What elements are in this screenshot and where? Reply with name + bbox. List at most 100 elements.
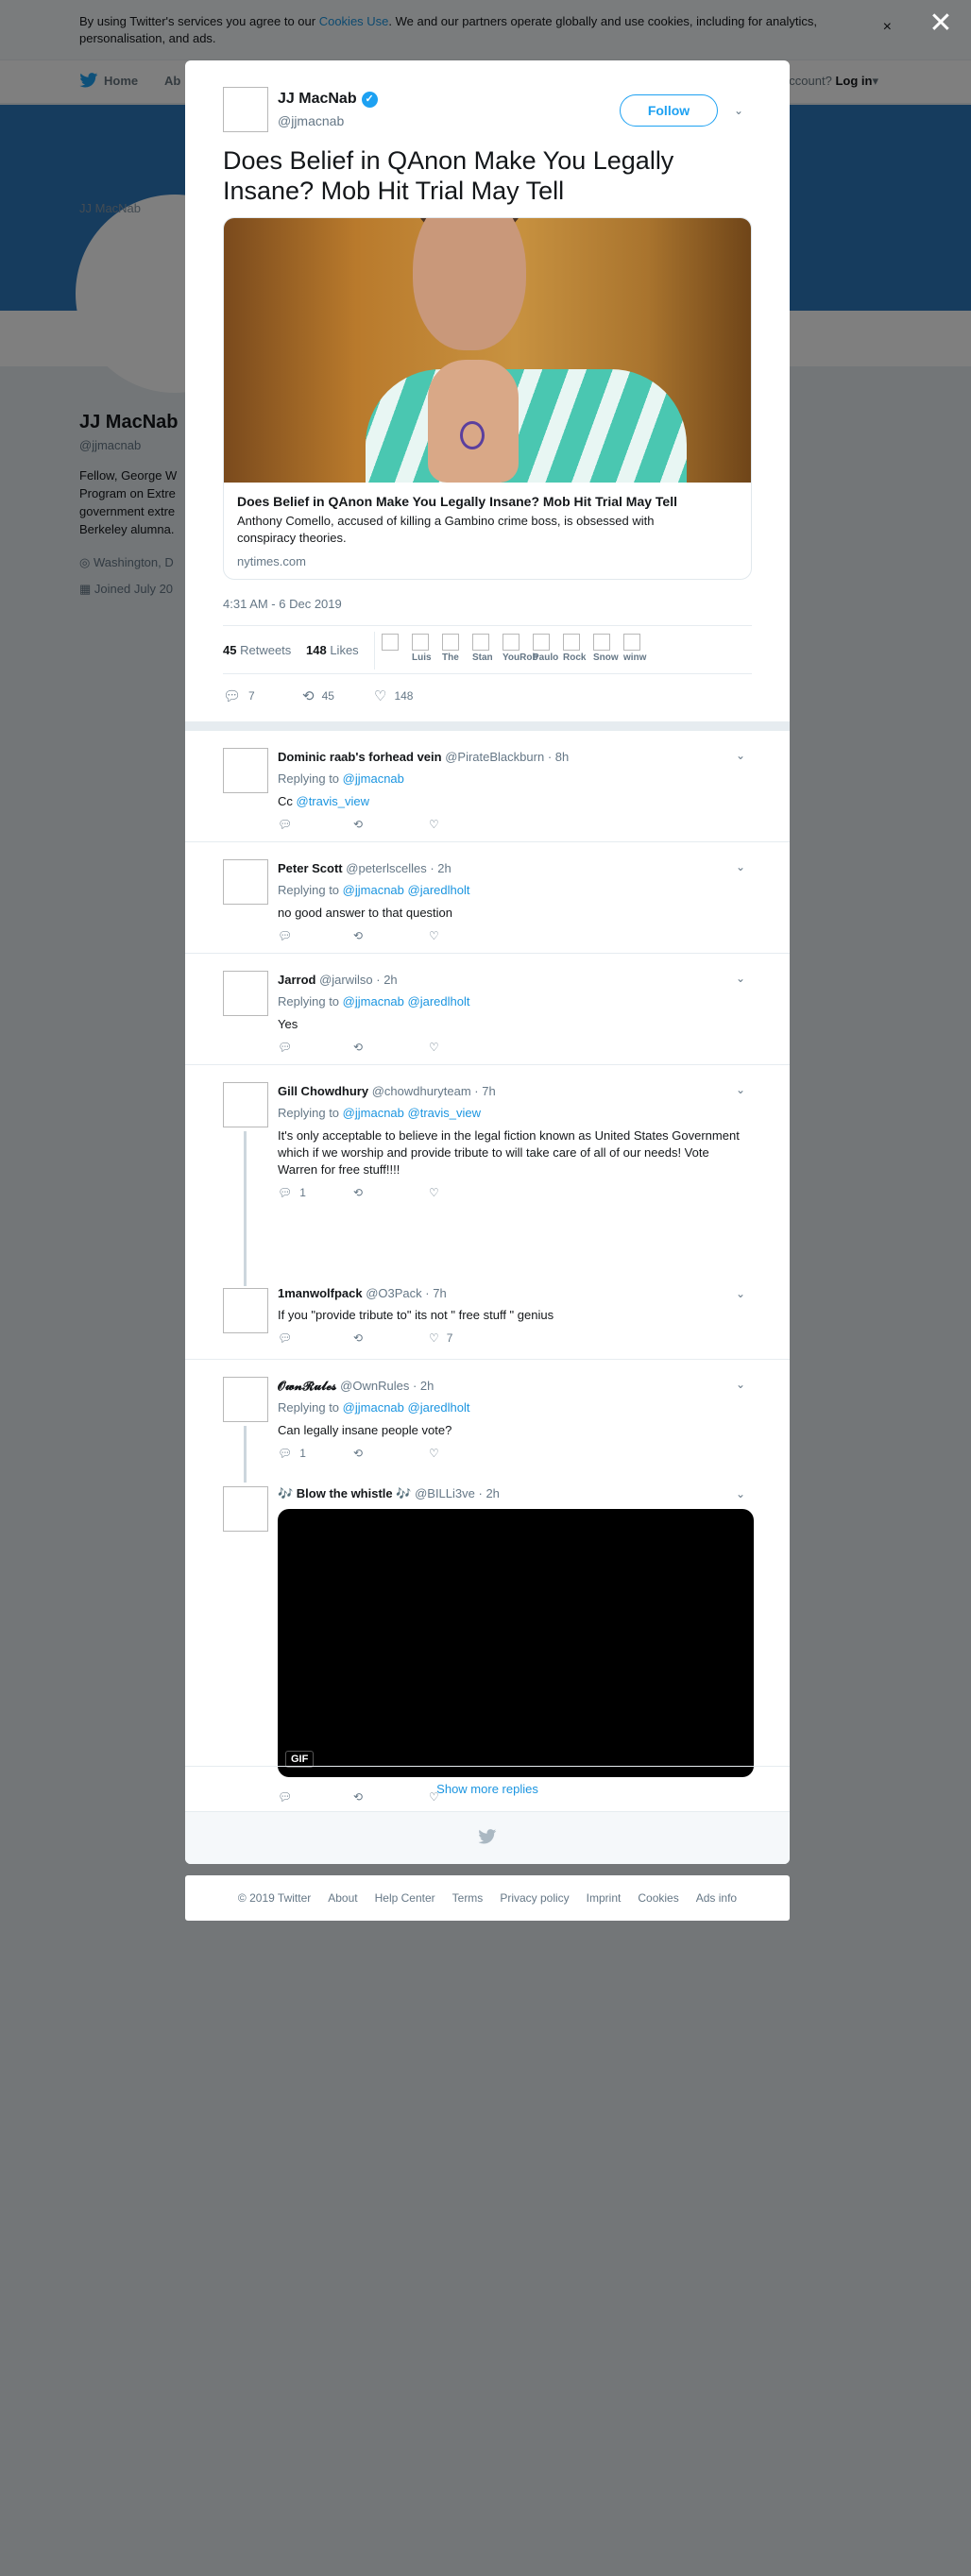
like-button[interactable]: ♡: [429, 818, 447, 831]
reply-item[interactable]: 🎶 Blow the whistle 🎶 @BILLi3ve · 2h ⌄ GI…: [185, 1479, 790, 1804]
mention-link[interactable]: @jjmacnab: [343, 771, 404, 786]
reply-button[interactable]: 💬︎: [278, 1331, 299, 1345]
card-image: [224, 218, 751, 483]
tweet-timestamp[interactable]: 4:31 AM - 6 Dec 2019: [223, 597, 342, 611]
reply-icon: 💬︎: [278, 1331, 293, 1345]
reply-author-handle[interactable]: @jarwilso: [319, 973, 373, 987]
retweet-button[interactable]: ⟲: [353, 818, 370, 831]
author-name[interactable]: JJ MacNab: [278, 91, 357, 108]
mention-link[interactable]: @travis_view: [408, 1106, 482, 1120]
reply-avatar[interactable]: [223, 1288, 268, 1333]
mention-link[interactable]: @jjmacnab: [343, 994, 404, 1008]
footer-link-about[interactable]: About: [328, 1891, 357, 1905]
mention-link[interactable]: @jjmacnab: [343, 1400, 404, 1415]
mention-link[interactable]: @jaredlholt: [408, 883, 470, 897]
mention-link[interactable]: @jjmacnab: [343, 1106, 404, 1120]
retweet-button[interactable]: ⟲: [353, 1186, 370, 1199]
mention-link[interactable]: @travis_view: [297, 794, 370, 808]
reply-author-name[interactable]: Jarrod: [278, 973, 315, 987]
link-card[interactable]: Does Belief in QAnon Make You Legally In…: [223, 217, 752, 580]
reply-time[interactable]: · 2h: [479, 1486, 500, 1500]
like-button[interactable]: ♡: [429, 929, 447, 942]
reply-time[interactable]: · 7h: [474, 1084, 495, 1098]
reply-time[interactable]: · 2h: [430, 861, 451, 875]
footer-link-cookies[interactable]: Cookies: [638, 1891, 678, 1905]
mention-link[interactable]: @jaredlholt: [408, 1400, 470, 1415]
liker-avatar[interactable]: [382, 632, 410, 669]
reply-item[interactable]: Peter Scott @peterlscelles · 2h ⌄ Replyi…: [185, 842, 790, 954]
footer-link-help-center[interactable]: Help Center: [375, 1891, 435, 1905]
reply-avatar[interactable]: [223, 859, 268, 905]
reply-time[interactable]: · 7h: [425, 1286, 446, 1300]
reply-author-name[interactable]: 🎶 Blow the whistle 🎶: [278, 1486, 411, 1500]
chevron-down-icon[interactable]: ⌄: [733, 1486, 748, 1501]
reply-avatar[interactable]: [223, 748, 268, 793]
reply-author-handle[interactable]: @chowdhuryteam: [372, 1084, 471, 1098]
liker-avatar[interactable]: Luis: [412, 632, 440, 669]
reply-button[interactable]: 💬︎: [278, 818, 299, 831]
mention-link[interactable]: @jaredlholt: [408, 994, 470, 1008]
chevron-down-icon[interactable]: ⌄: [733, 1082, 748, 1097]
liker-avatar[interactable]: Stan: [472, 632, 501, 669]
like-button[interactable]: ♡: [429, 1041, 447, 1054]
reply-author-handle[interactable]: @O3Pack: [366, 1286, 421, 1300]
liker-avatar[interactable]: Paulo: [533, 632, 561, 669]
liker-avatar[interactable]: The: [442, 632, 470, 669]
footer-link-terms[interactable]: Terms: [452, 1891, 484, 1905]
retweet-button[interactable]: ⟲: [353, 1331, 370, 1345]
chevron-down-icon[interactable]: ⌄: [733, 971, 748, 986]
gif-media[interactable]: GIF: [278, 1509, 754, 1777]
reply-avatar[interactable]: [223, 1377, 268, 1422]
close-icon[interactable]: ✕: [927, 9, 955, 38]
reply-avatar[interactable]: [223, 971, 268, 1016]
reply-time[interactable]: · 2h: [376, 973, 397, 987]
reply-item[interactable]: Dominic raab's forhead vein @PirateBlack…: [185, 731, 790, 842]
reply-avatar[interactable]: [223, 1082, 268, 1127]
retweet-button[interactable]: ⟲: [353, 1041, 370, 1054]
like-button[interactable]: ♡ 7: [429, 1331, 452, 1345]
show-more-replies-button[interactable]: Show more replies: [185, 1766, 790, 1811]
retweet-button[interactable]: ⟲: [353, 1447, 370, 1460]
reply-time[interactable]: · 8h: [548, 750, 569, 764]
footer-link-privacy[interactable]: Privacy policy: [500, 1891, 569, 1905]
reply-button[interactable]: 💬︎ 1: [278, 1447, 306, 1460]
reply-avatar[interactable]: [223, 1486, 268, 1532]
reply-item[interactable]: Jarrod @jarwilso · 2h ⌄ Replying to @jjm…: [185, 954, 790, 1065]
mention-link[interactable]: @jjmacnab: [343, 883, 404, 897]
like-button[interactable]: ♡: [429, 1186, 447, 1199]
footer-link-ads-info[interactable]: Ads info: [696, 1891, 737, 1905]
follow-button[interactable]: Follow: [620, 94, 718, 127]
retweet-stat[interactable]: 45 Retweets: [223, 643, 291, 657]
chevron-down-icon[interactable]: ⌄: [733, 1286, 748, 1301]
reply-author-handle[interactable]: @peterlscelles: [346, 861, 426, 875]
liker-avatar[interactable]: winw: [623, 632, 652, 669]
reply-button[interactable]: 💬︎: [278, 1041, 299, 1054]
retweet-button[interactable]: ⟲: [353, 929, 370, 942]
liker-avatar[interactable]: YouRob: [503, 632, 538, 669]
reply-button[interactable]: 💬︎ 7: [223, 687, 255, 704]
chevron-down-icon[interactable]: ⌄: [733, 748, 748, 763]
chevron-down-icon[interactable]: ⌄: [731, 103, 746, 118]
reply-author-name[interactable]: Dominic raab's forhead vein: [278, 750, 442, 764]
chevron-down-icon[interactable]: ⌄: [733, 859, 748, 874]
liker-avatar[interactable]: Rock: [563, 632, 591, 669]
reply-author-handle[interactable]: @BILLi3ve: [415, 1486, 475, 1500]
like-button[interactable]: ♡ 148: [374, 687, 413, 704]
author-avatar[interactable]: [223, 87, 268, 132]
reply-author-handle[interactable]: @OwnRules: [340, 1379, 409, 1393]
likes-stat[interactable]: 148 Likes: [306, 643, 359, 657]
footer-link-imprint[interactable]: Imprint: [587, 1891, 622, 1905]
reply-author-name[interactable]: Peter Scott: [278, 861, 343, 875]
reply-button[interactable]: 💬︎: [278, 929, 299, 942]
liker-avatar[interactable]: Snow: [593, 632, 622, 669]
retweet-button[interactable]: ⟲ 45: [302, 687, 334, 704]
reply-author-name[interactable]: Gill Chowdhury: [278, 1084, 368, 1098]
reply-author-name[interactable]: 1manwolfpack: [278, 1286, 363, 1300]
like-button[interactable]: ♡: [429, 1447, 447, 1460]
reply-button[interactable]: 💬︎ 1: [278, 1186, 306, 1199]
reply-author-handle[interactable]: @PirateBlackburn: [445, 750, 544, 764]
author-handle[interactable]: @jjmacnab: [278, 113, 344, 128]
reply-time[interactable]: · 2h: [413, 1379, 434, 1393]
reply-author-name[interactable]: 𝓞𝔀𝓷𝓡𝓾𝓵𝓮𝓼: [278, 1379, 337, 1393]
chevron-down-icon[interactable]: ⌄: [733, 1377, 748, 1392]
